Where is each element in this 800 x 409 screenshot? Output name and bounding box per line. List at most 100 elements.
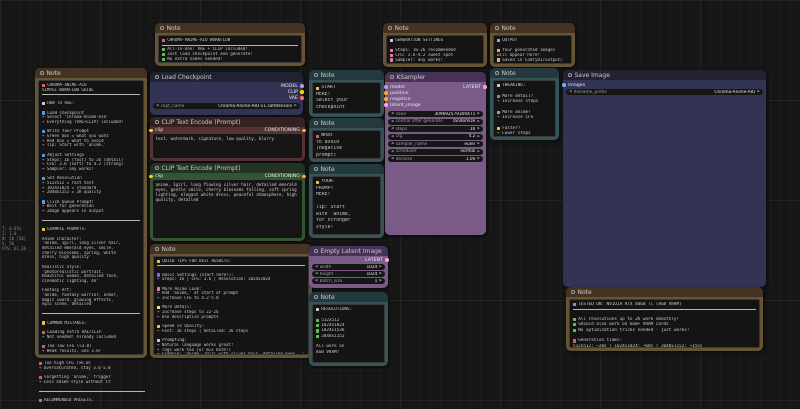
increment-arrow-icon[interactable]: ▶ (477, 150, 480, 153)
images-input-port[interactable] (562, 83, 566, 87)
note-header[interactable]: Note (490, 68, 559, 78)
clip-input-port[interactable] (149, 129, 153, 133)
clip-text-encode-positive-node[interactable]: CLIP Text Encode (Prompt) clip CONDITION… (150, 163, 305, 241)
widget-width[interactable]: ◀width1024▶ (312, 264, 385, 270)
note-textarea[interactable]: STARTHERE!Select yourcheckpoint (312, 82, 381, 114)
widget-denoise[interactable]: ◀denoise1.00▶ (388, 156, 483, 162)
note-textarea[interactable]: QUICK TIPS FOR BEST RESULTS: Basic Setti… (153, 256, 309, 355)
conditioning-output-port[interactable] (302, 129, 306, 133)
comfyui-canvas[interactable]: T: 0.85sI: 1.0N: 50 [50]V: 56FPS: 61.36 … (0, 0, 800, 409)
note-header[interactable]: Note (309, 118, 384, 128)
node-header[interactable]: Load Checkpoint (150, 72, 303, 82)
decrement-arrow-icon[interactable]: ◀ (156, 104, 159, 107)
increment-arrow-icon[interactable]: ▶ (757, 90, 760, 93)
clip-input-port[interactable] (149, 175, 153, 179)
collapse-dot[interactable] (155, 166, 159, 170)
increment-arrow-icon[interactable]: ▶ (379, 265, 382, 268)
note-textarea[interactable]: OUTPUT Your generated imageswill appear … (493, 35, 572, 64)
decrement-arrow-icon[interactable]: ◀ (315, 265, 318, 268)
widget-scheduler[interactable]: ◀schedulernormal▶ (388, 149, 483, 155)
decrement-arrow-icon[interactable]: ◀ (391, 135, 394, 138)
note-node-start-here[interactable]: Note STARTHERE!Select yourcheckpoint (309, 70, 384, 117)
decrement-arrow-icon[interactable]: ◀ (391, 150, 394, 153)
collapse-dot[interactable] (568, 73, 572, 77)
collapse-dot[interactable] (155, 75, 159, 79)
note-textarea[interactable]: CHROMA-ANIME-AIO WORKFLOWAll-in-One: VAE… (158, 35, 302, 63)
widget-steps[interactable]: ◀steps16▶ (388, 126, 483, 132)
widget-height[interactable]: ◀height1024▶ (312, 271, 385, 277)
note-header[interactable]: Note (490, 23, 575, 33)
note-header[interactable]: Note (566, 287, 763, 297)
note-node-your-prompt[interactable]: Note YOURPROMPTHERE! Tip: Startwith 'ani… (309, 164, 384, 238)
increment-arrow-icon[interactable]: ▶ (477, 120, 480, 123)
increment-arrow-icon[interactable]: ▶ (379, 272, 382, 275)
node-header[interactable]: Empty Latent Image (309, 246, 388, 256)
note-textarea[interactable]: TESTED ON: NVIDIA RTX 4060 Ti (8GB VRAM)… (569, 299, 760, 348)
collapse-dot[interactable] (314, 167, 318, 171)
note-textarea[interactable]: YOURPROMPTHERE! Tip: Startwith 'anime,'f… (312, 176, 381, 235)
note-node-tested-on[interactable]: Note TESTED ON: NVIDIA RTX 4060 Ti (8GB … (566, 287, 763, 351)
model-input-port[interactable] (384, 85, 388, 89)
decrement-arrow-icon[interactable]: ◀ (391, 142, 394, 145)
collapse-dot[interactable] (390, 75, 394, 79)
decrement-arrow-icon[interactable]: ◀ (391, 127, 394, 130)
decrement-arrow-icon[interactable]: ◀ (391, 120, 394, 123)
widget-cfg[interactable]: ◀cfg4.2▶ (388, 134, 483, 140)
collapse-dot[interactable] (571, 290, 575, 294)
collapse-dot[interactable] (314, 249, 318, 253)
increment-arrow-icon[interactable]: ▶ (477, 142, 480, 145)
note-node-resolutions[interactable]: Note RESOLUTIONS: 512x5121024x10241024x1… (309, 292, 388, 366)
vae-port[interactable] (300, 96, 304, 100)
decrement-arrow-icon[interactable]: ◀ (569, 90, 572, 93)
prompt-textarea[interactable]: text, watermark, signature, low quality,… (153, 134, 302, 158)
latent-output-port[interactable] (385, 258, 389, 262)
collapse-dot[interactable] (495, 26, 499, 30)
note-textarea[interactable]: GENERATION SETTINGS Steps: 16-26 recomme… (386, 35, 484, 64)
increment-arrow-icon[interactable]: ▶ (477, 157, 480, 160)
collapse-dot[interactable] (155, 247, 159, 251)
collapse-dot[interactable] (314, 73, 318, 77)
prompt-textarea[interactable]: anime, 1girl, long flowing silver hair, … (153, 180, 302, 238)
clip-text-encode-negative-node[interactable]: CLIP Text Encode (Prompt) clip CONDITION… (150, 117, 305, 161)
note-node-generation-settings[interactable]: Note GENERATION SETTINGS Steps: 16-26 re… (383, 23, 487, 67)
widget-ckpt-name[interactable]: ◀ckpt_nameChroma-Anime-AIO-v1.safetensor… (153, 103, 300, 109)
widget-filename-prefix[interactable]: ◀filename_prefixChroma-Anime-AIO▶ (566, 89, 763, 95)
note-header[interactable]: Note (155, 23, 305, 33)
increment-arrow-icon[interactable]: ▶ (477, 127, 480, 130)
note-textarea[interactable]: RESOLUTIONS: 512x5121024x10241024x153620… (312, 304, 385, 363)
node-header[interactable]: CLIP Text Encode (Prompt) (150, 117, 305, 127)
note-node-guide[interactable]: Note CHROMA-ANIME-AIOSIMPLE WORKFLOW GUI… (35, 68, 147, 358)
node-header[interactable]: KSampler (385, 72, 486, 82)
decrement-arrow-icon[interactable]: ◀ (315, 279, 318, 282)
node-header[interactable]: CLIP Text Encode (Prompt) (150, 163, 305, 173)
decrement-arrow-icon[interactable]: ◀ (315, 272, 318, 275)
note-header[interactable]: Note (150, 244, 312, 254)
increment-arrow-icon[interactable]: ▶ (477, 112, 480, 115)
latent_image-port[interactable] (384, 103, 388, 107)
collapse-dot[interactable] (314, 295, 318, 299)
model-port[interactable] (300, 84, 304, 88)
note-header[interactable]: Note (383, 23, 487, 33)
ksampler-node[interactable]: KSampler model LATENT positivenegativela… (385, 72, 486, 235)
note-header[interactable]: Note (309, 292, 388, 302)
note-header[interactable]: Note (35, 68, 147, 78)
widget-sampler-name[interactable]: ◀sampler_nameeuler▶ (388, 141, 483, 147)
latent-output-port[interactable] (483, 85, 487, 89)
note-header[interactable]: Note (309, 164, 384, 174)
collapse-dot[interactable] (40, 71, 44, 75)
negative-port[interactable] (384, 97, 388, 101)
note-textarea[interactable]: TWEAKING: More detail?→ Increase steps M… (493, 80, 556, 137)
node-header[interactable]: Save Image (563, 70, 766, 80)
widget-control-after-generate[interactable]: ◀control after generaterandomize▶ (388, 119, 483, 125)
note-header[interactable]: Note (309, 70, 384, 80)
load-checkpoint-node[interactable]: Load Checkpoint MODELCLIPVAE ◀ckpt_nameC… (150, 72, 303, 115)
note-node-what-to-avoid[interactable]: Note Whatto avoid(negativeprompt) (309, 118, 384, 162)
collapse-dot[interactable] (155, 120, 159, 124)
widget-batch-size[interactable]: ◀batch_size1▶ (312, 278, 385, 284)
collapse-dot[interactable] (160, 26, 164, 30)
decrement-arrow-icon[interactable]: ◀ (391, 157, 394, 160)
save-image-node[interactable]: Save Image images ◀filename_prefixChroma… (563, 70, 766, 287)
note-node-tweaking[interactable]: Note TWEAKING: More detail?→ Increase st… (490, 68, 559, 140)
note-node-workflow[interactable]: Note CHROMA-ANIME-AIO WORKFLOWAll-in-One… (155, 23, 305, 66)
increment-arrow-icon[interactable]: ▶ (379, 279, 382, 282)
